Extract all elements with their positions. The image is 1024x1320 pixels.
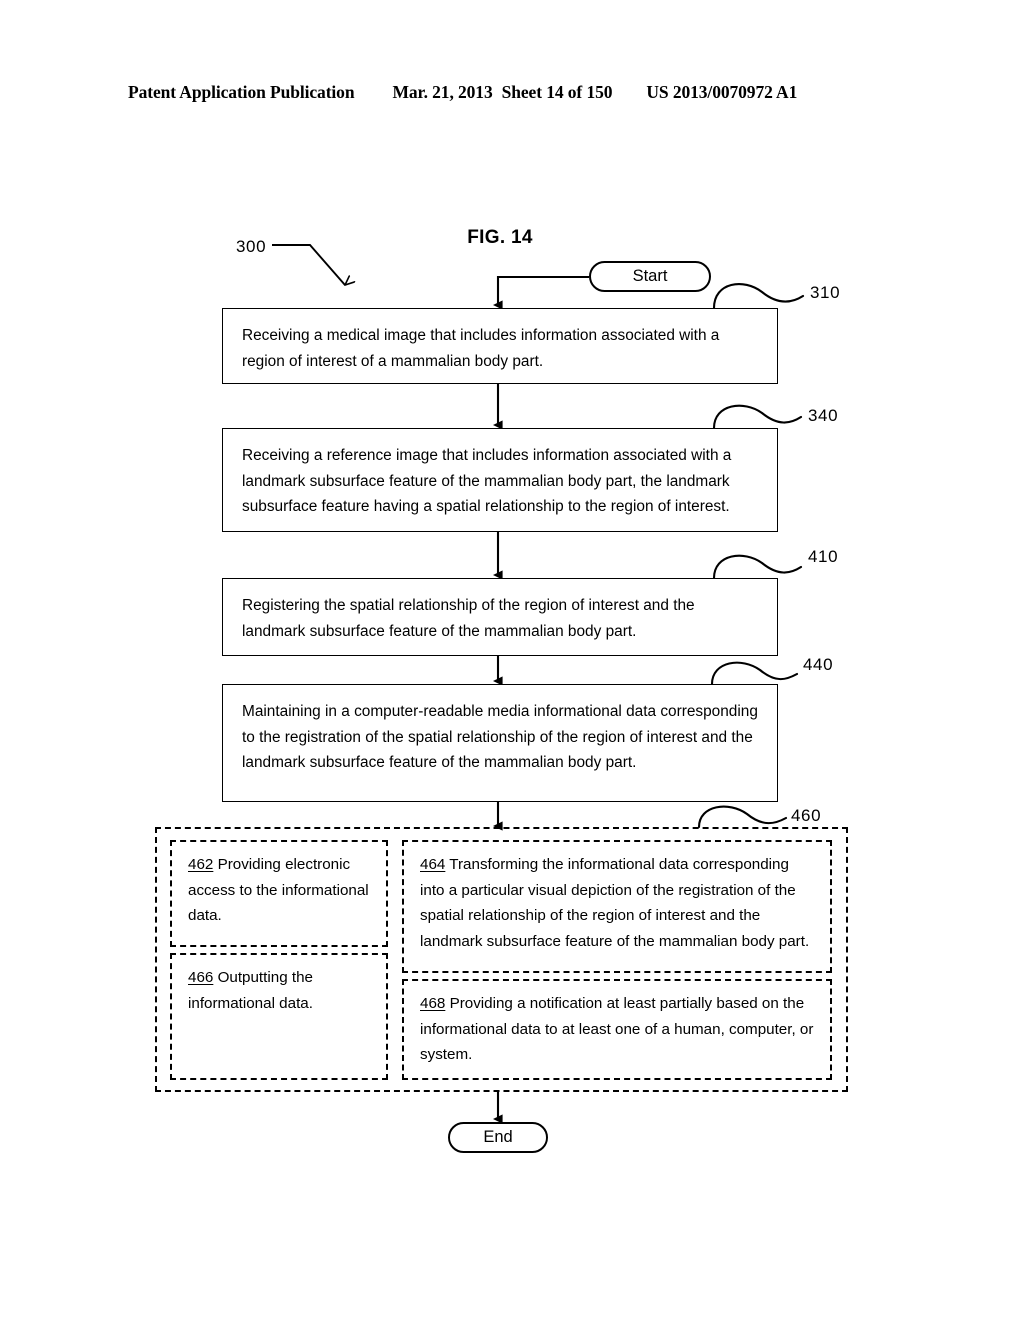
- optional-step-462: 462 Providing electronic access to the i…: [170, 840, 388, 947]
- optional-step-466: 466 Outputting the informational data.: [170, 953, 388, 1080]
- step-462-number: 462: [188, 856, 214, 873]
- start-node-label: Start: [632, 267, 668, 285]
- leader-460: [697, 805, 788, 829]
- step-464-text: Transforming the informational data corr…: [420, 856, 810, 950]
- reference-numeral-300: 300: [236, 237, 267, 256]
- step-468-text: Providing a notification at least partia…: [420, 995, 814, 1063]
- leader-300: [272, 244, 345, 285]
- reference-numeral-460: 460: [791, 806, 822, 825]
- flowchart-start-node: Start: [589, 261, 711, 292]
- flowchart-end-node: End: [448, 1122, 548, 1153]
- leader-340: [712, 404, 803, 430]
- flowchart-step-310: Receiving a medical image that includes …: [222, 308, 778, 384]
- optional-step-468: 468 Providing a notification at least pa…: [402, 979, 832, 1080]
- step-468-number: 468: [420, 995, 446, 1012]
- leader-410: [712, 554, 803, 580]
- step-440-text: Maintaining in a computer-readable media…: [242, 703, 758, 771]
- step-466-number: 466: [188, 969, 214, 986]
- step-464-number: 464: [420, 856, 446, 873]
- reference-numeral-340: 340: [808, 406, 839, 425]
- reference-numeral-310: 310: [810, 283, 841, 302]
- leader-310: [712, 283, 805, 310]
- flowchart-step-440: Maintaining in a computer-readable media…: [222, 684, 778, 802]
- end-node-label: End: [483, 1128, 513, 1146]
- step-462-text: Providing electronic access to the infor…: [188, 856, 369, 924]
- flowchart-step-340: Receiving a reference image that include…: [222, 428, 778, 532]
- flowchart-step-410: Registering the spatial relationship of …: [222, 578, 778, 656]
- optional-step-464: 464 Transforming the informational data …: [402, 840, 832, 973]
- step-410-text: Registering the spatial relationship of …: [242, 597, 695, 640]
- reference-numeral-440: 440: [803, 655, 834, 674]
- leader-440: [710, 661, 799, 686]
- connector-start-to-310: [493, 275, 589, 310]
- step-340-text: Receiving a reference image that include…: [242, 447, 732, 515]
- step-310-text: Receiving a medical image that includes …: [242, 327, 720, 370]
- figure-title: FIG. 14: [467, 227, 533, 248]
- reference-numeral-410: 410: [808, 547, 839, 566]
- patent-figure: FIG. 14 300 310 340 410 440 460 Start Re…: [0, 0, 1024, 1320]
